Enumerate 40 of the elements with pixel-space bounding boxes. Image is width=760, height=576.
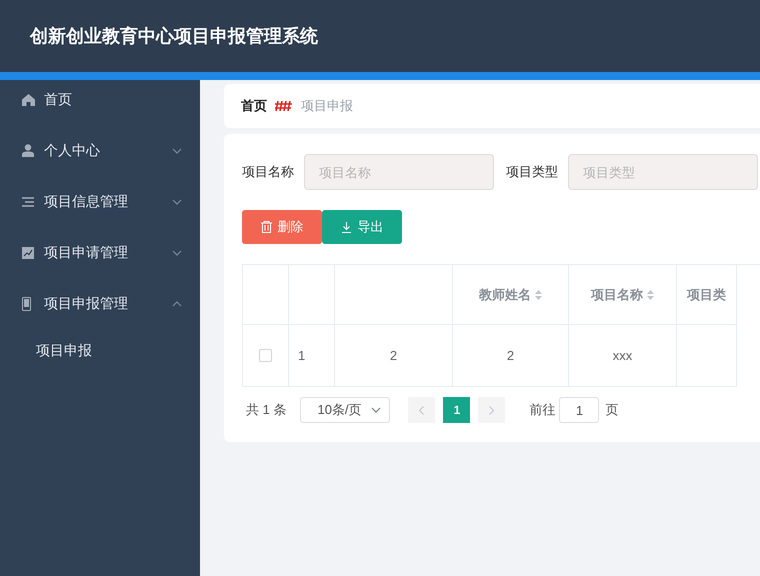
chart-icon bbox=[22, 246, 34, 258]
sidebar-item[interactable]: 项目申报管理 bbox=[0, 278, 200, 329]
page-input[interactable]: 1 bbox=[559, 397, 600, 423]
sidebar-item[interactable]: 个人中心 bbox=[0, 125, 200, 176]
column-header: 项目名称 bbox=[569, 265, 677, 325]
prev-page-button[interactable] bbox=[408, 397, 436, 423]
field-label: 项目名称 bbox=[242, 163, 294, 182]
sidebar-item[interactable]: 项目申请管理 bbox=[0, 227, 200, 278]
system-title: 创新创业教育中心项目申报管理系统 bbox=[30, 24, 318, 48]
chevron-left-icon bbox=[419, 406, 424, 414]
breadcrumb-link[interactable]: 首页 bbox=[241, 96, 267, 116]
field-label: 项目类型 bbox=[506, 163, 558, 182]
search-field[interactable]: 项目类型 bbox=[568, 154, 758, 190]
phone-icon bbox=[22, 296, 31, 310]
page-size-select[interactable]: 10条/页 bbox=[300, 397, 390, 423]
goto-label: 前往 bbox=[529, 401, 556, 420]
sort-icon[interactable] bbox=[535, 290, 542, 300]
submenu-item[interactable]: 项目申报 bbox=[0, 329, 200, 371]
list-icon bbox=[22, 196, 34, 206]
sidebar-item[interactable]: 项目信息管理 bbox=[0, 176, 200, 227]
sort-icon[interactable] bbox=[647, 290, 654, 300]
chevron-down-icon bbox=[371, 407, 382, 413]
table-cell: 1 bbox=[289, 325, 335, 387]
row-checkbox[interactable] bbox=[259, 349, 272, 362]
home-icon bbox=[22, 94, 35, 106]
column-header: 教师姓名 bbox=[453, 265, 569, 325]
column-header: 项目类 bbox=[677, 265, 737, 325]
download-icon bbox=[340, 222, 352, 232]
table-cell: 2 bbox=[453, 325, 569, 387]
table-cell: xxx bbox=[569, 325, 677, 387]
user-icon bbox=[22, 144, 34, 157]
separator-icon bbox=[275, 99, 293, 113]
sidebar-item[interactable]: 首页 bbox=[0, 74, 200, 125]
total-count: 共 1 条 bbox=[246, 401, 286, 420]
trash-icon bbox=[260, 221, 272, 233]
next-page-button[interactable] bbox=[478, 397, 506, 423]
table-cell: 2 bbox=[335, 325, 453, 387]
page-suffix: 页 bbox=[605, 401, 618, 420]
search-field[interactable]: 项目名称 bbox=[304, 154, 494, 190]
chevron-right-icon bbox=[489, 406, 494, 414]
